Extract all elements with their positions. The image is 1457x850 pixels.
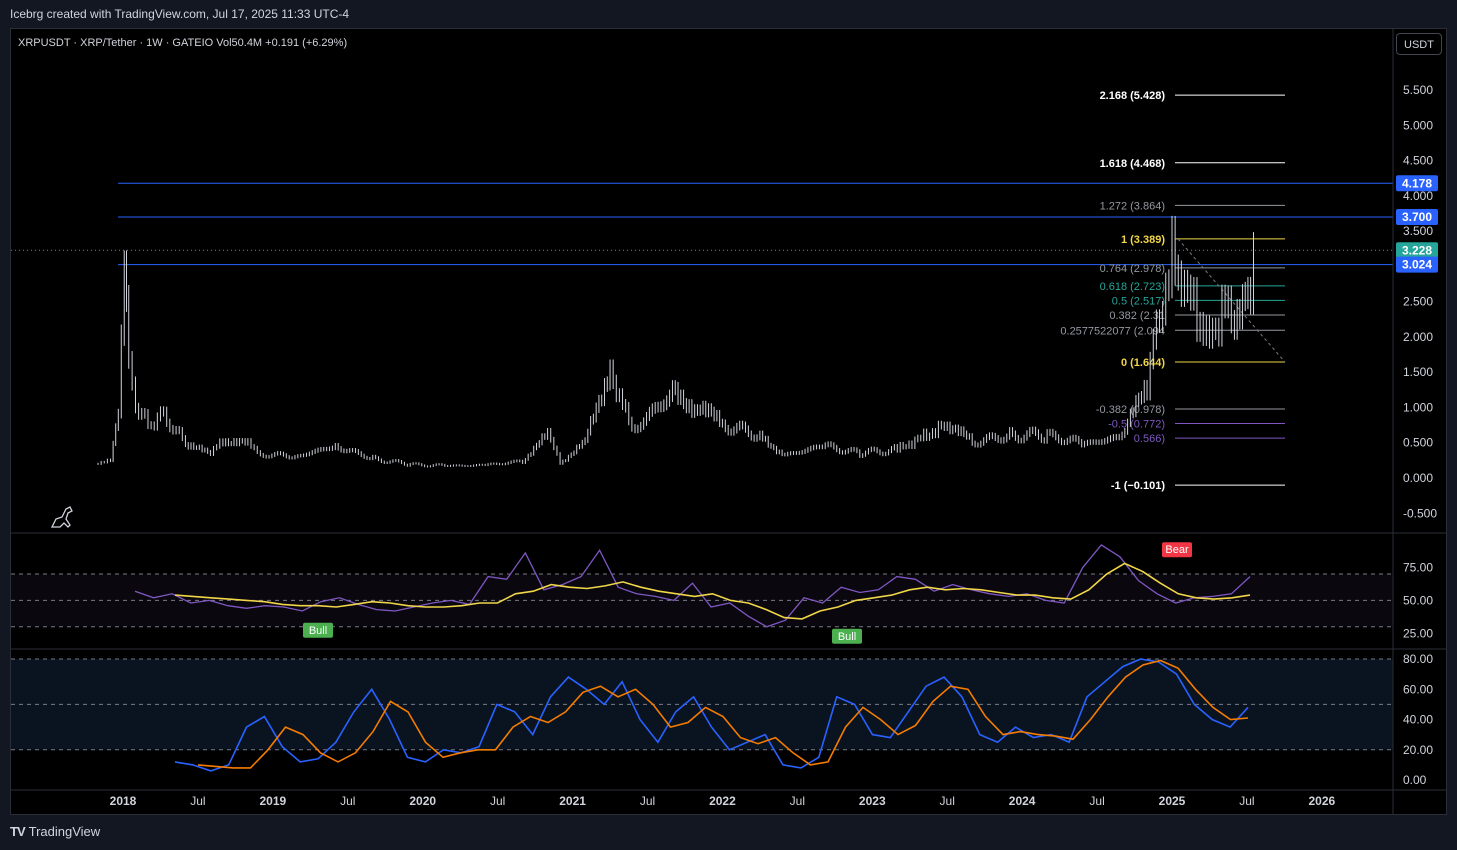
brand-name: TradingView — [28, 824, 101, 839]
footer-brand: TV TradingView — [10, 824, 100, 839]
currency-button[interactable]: USDT — [1396, 33, 1442, 55]
attribution-text: Icebrg created with TradingView.com, Jul… — [10, 7, 350, 21]
chart-frame — [10, 28, 1447, 815]
tradingview-logo-icon: TV — [10, 824, 26, 839]
